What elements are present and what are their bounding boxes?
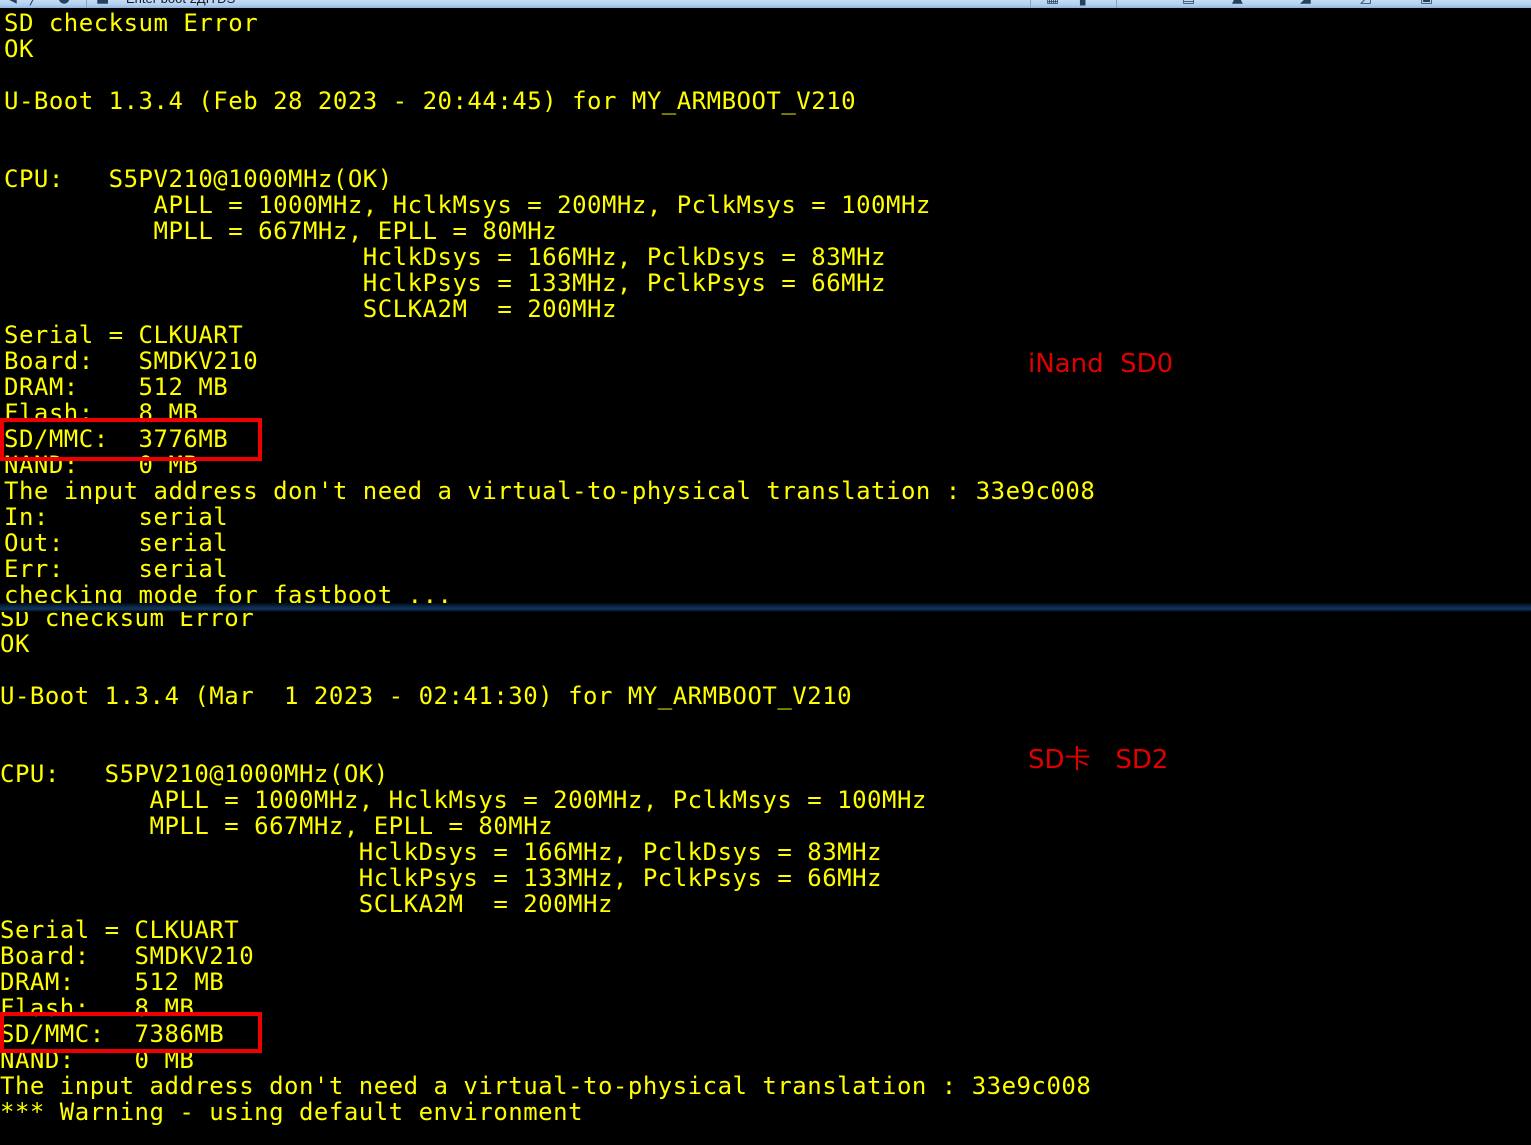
console-line: NAND: 0 MB [4, 451, 199, 479]
console-line: SD checksum Error [4, 9, 259, 37]
table-icon[interactable]: ■ [96, 0, 109, 6]
console-line: U-Boot 1.3.4 (Feb 28 2023 - 20:44:45) fo… [4, 87, 857, 115]
chart-icon[interactable]: ▌ [1080, 0, 1091, 6]
pencil-icon[interactable]: ◿ [1360, 0, 1371, 6]
annotation-sdcard-sd2: SD卡 SD2 [1028, 745, 1169, 775]
console-line: Out: serial [4, 529, 229, 557]
console-line: APLL = 1000MHz, HclkMsys = 200MHz, PclkM… [4, 191, 931, 219]
console-line: Board: SMDKV210 [0, 942, 255, 970]
console-line: HclkPsys = 133MHz, PclkPsys = 66MHz [4, 269, 887, 297]
brush-icon[interactable]: ◢ [1300, 0, 1311, 6]
console-line: HclkDsys = 166MHz, PclkDsys = 83MHz [4, 243, 887, 271]
console-line: NAND: 0 MB [0, 1046, 195, 1074]
console-line: Serial = CLKUART [0, 916, 240, 944]
console-line: *** Warning - using default environment [0, 1098, 584, 1126]
console-line: SCLKA2M = 200MHz [4, 295, 617, 323]
console-line: Err: serial [4, 555, 229, 583]
image-icon[interactable]: ▣ [1420, 0, 1433, 6]
console-pane-sdcard[interactable]: SD checksum Error OK U-Boot 1.3.4 (Mar 1… [0, 612, 1531, 1145]
console-line: Board: SMDKV210 [4, 347, 259, 375]
console-line-sdmmc: SD/MMC: 7386MB [0, 1020, 225, 1048]
console-line: Flash: 8 MB [0, 994, 195, 1022]
console-line: DRAM: 512 MB [4, 373, 229, 401]
annotation-inand-sd0: iNand SD0 [1028, 349, 1174, 379]
text-icon[interactable]: ● [58, 0, 70, 6]
console-line: Serial = CLKUART [4, 321, 244, 349]
console-line: The input address don't need a virtual-t… [0, 1072, 1092, 1100]
console-line: APLL = 1000MHz, HclkMsys = 200MHz, PclkM… [0, 786, 927, 814]
console-line: CPU: S5PV210@1000MHz(OK) [4, 165, 393, 193]
toolbar-separator [1116, 0, 1117, 8]
toolbar-separator [1030, 0, 1031, 8]
toolbar-clipped-label: Enter boot 2ДITDS [126, 0, 235, 6]
console-line: OK [0, 630, 30, 658]
console-line-sdmmc: SD/MMC: 3776MB [4, 425, 229, 453]
console-line: Flash: 8 MB [4, 399, 199, 427]
console-line: OK [4, 35, 34, 63]
ruler-icon[interactable]: ╱ [30, 0, 38, 6]
console-line: HclkPsys = 133MHz, PclkPsys = 66MHz [0, 864, 883, 892]
console-line: U-Boot 1.3.4 (Mar 1 2023 - 02:41:30) for… [0, 682, 853, 710]
pane-divider[interactable] [0, 603, 1531, 612]
print-icon[interactable]: ▤ [1182, 0, 1195, 6]
console-line: HclkDsys = 166MHz, PclkDsys = 83MHz [0, 838, 883, 866]
console-pane-inand[interactable]: SD checksum Error OK U-Boot 1.3.4 (Feb 2… [0, 8, 1531, 605]
console-line: The input address don't need a virtual-t… [4, 477, 1096, 505]
cursor-icon[interactable]: ◀ [6, 0, 17, 6]
console-line: In: serial [4, 503, 229, 531]
console-line: SCLKA2M = 200MHz [0, 890, 613, 918]
application-toolbar[interactable]: ◀ ╱ ● ■ Enter boot 2ДITDS ▦ ▌ ▤ ▲ ◢ ◿ ▣ [0, 0, 1531, 8]
grid-icon[interactable]: ▦ [1046, 0, 1059, 6]
console-line: MPLL = 667MHz, EPLL = 80MHz [0, 812, 554, 840]
console-line: CPU: S5PV210@1000MHz(OK) [0, 760, 389, 788]
pin-icon[interactable]: ▲ [1232, 0, 1243, 6]
console-line: checking mode for fastboot ... [4, 581, 453, 605]
console-line: DRAM: 512 MB [0, 968, 225, 996]
toolbar-separator [86, 0, 87, 8]
console-line: SD checksum Error [0, 612, 255, 632]
console-line: MPLL = 667MHz, EPLL = 80MHz [4, 217, 558, 245]
